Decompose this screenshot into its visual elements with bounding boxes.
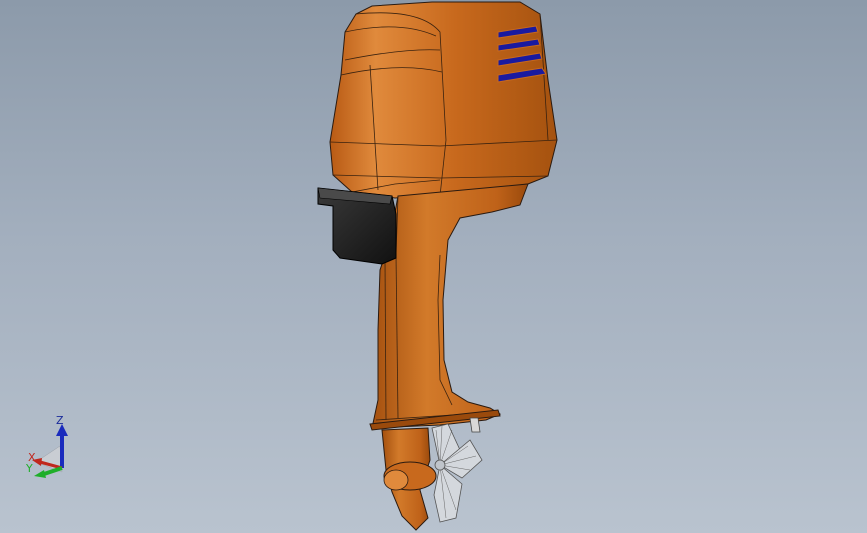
z-axis-label: Z	[56, 414, 64, 427]
y-axis-label: Y	[25, 462, 33, 475]
outboard-motor-model[interactable]	[0, 0, 867, 533]
3d-viewport[interactable]: Z X Y	[0, 0, 867, 533]
gearcase-nose	[383, 469, 409, 491]
y-axis	[43, 466, 63, 476]
y-axis-arrow-icon	[34, 470, 46, 478]
propeller	[431, 423, 483, 523]
trim-tab	[469, 417, 481, 433]
orientation-triad[interactable]: Z X Y	[22, 410, 82, 482]
